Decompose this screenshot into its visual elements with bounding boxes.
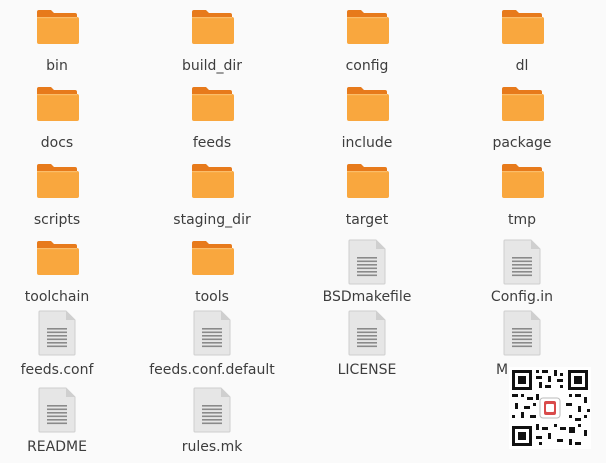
text-document-icon xyxy=(447,239,597,287)
folder-icon xyxy=(137,239,287,287)
folder-icon xyxy=(0,239,132,287)
file-name-label: toolchain xyxy=(24,289,90,305)
text-document-icon xyxy=(137,387,287,435)
folder-icon xyxy=(292,8,442,56)
folder-icon xyxy=(292,85,442,133)
folder-icon xyxy=(137,162,287,210)
file-name-label: tmp xyxy=(507,212,536,228)
folder-item-tmp[interactable]: tmp xyxy=(447,162,597,236)
folder-item-staging-dir[interactable]: staging_dir xyxy=(137,162,287,236)
folder-item-feeds[interactable]: feeds xyxy=(137,85,287,159)
text-document-icon xyxy=(0,310,132,358)
file-item-config-in[interactable]: Config.in xyxy=(447,239,597,313)
file-item-feeds-conf-default[interactable]: feeds.conf.default xyxy=(137,310,287,384)
folder-icon xyxy=(0,85,132,133)
file-name-label: README xyxy=(27,439,87,455)
folder-item-package[interactable]: package xyxy=(447,85,597,159)
folder-item-toolchain[interactable]: toolchain xyxy=(0,239,132,313)
folder-icon xyxy=(0,8,132,56)
file-name-label: staging_dir xyxy=(173,212,251,228)
file-name-label: dl xyxy=(515,58,529,74)
file-name-label: BSDmakefile xyxy=(322,289,412,305)
text-document-icon xyxy=(447,310,597,358)
file-name-label: LICENSE xyxy=(337,362,397,378)
file-item-rules-mk[interactable]: rules.mk xyxy=(137,387,287,461)
folder-item-scripts[interactable]: scripts xyxy=(0,162,132,236)
folder-icon xyxy=(137,85,287,133)
qr-code-watermark xyxy=(509,367,591,449)
file-name-label: docs xyxy=(40,135,74,151)
file-name-label: bin xyxy=(46,58,68,74)
file-name-label: target xyxy=(345,212,389,228)
text-document-icon xyxy=(0,387,132,435)
folder-icon xyxy=(137,8,287,56)
folder-item-config[interactable]: config xyxy=(292,8,442,82)
file-name-label: M xyxy=(495,362,509,378)
file-name-label: feeds.conf.default xyxy=(149,362,275,378)
folder-icon xyxy=(292,162,442,210)
file-name-label: scripts xyxy=(33,212,81,228)
folder-item-build-dir[interactable]: build_dir xyxy=(137,8,287,82)
file-name-label: include xyxy=(341,135,393,151)
file-name-label: build_dir xyxy=(182,58,242,74)
file-name-label: feeds xyxy=(192,135,232,151)
text-document-icon xyxy=(137,310,287,358)
folder-icon xyxy=(447,85,597,133)
folder-item-include[interactable]: include xyxy=(292,85,442,159)
file-name-label: rules.mk xyxy=(181,439,243,455)
file-name-label: tools xyxy=(195,289,229,305)
text-document-icon xyxy=(292,239,442,287)
file-item-bsdmakefile[interactable]: BSDmakefile xyxy=(292,239,442,313)
folder-icon xyxy=(447,162,597,210)
file-name-label: feeds.conf xyxy=(20,362,94,378)
file-item-feeds-conf[interactable]: feeds.conf xyxy=(0,310,132,384)
folder-icon xyxy=(447,8,597,56)
folder-item-dl[interactable]: dl xyxy=(447,8,597,82)
file-item-readme[interactable]: README xyxy=(0,387,132,461)
folder-item-target[interactable]: target xyxy=(292,162,442,236)
file-name-label: config xyxy=(345,58,389,74)
file-name-label: package xyxy=(492,135,552,151)
folder-item-tools[interactable]: tools xyxy=(137,239,287,313)
folder-icon xyxy=(0,162,132,210)
file-item-license[interactable]: LICENSE xyxy=(292,310,442,384)
folder-item-docs[interactable]: docs xyxy=(0,85,132,159)
file-name-label: Config.in xyxy=(490,289,554,305)
folder-item-bin[interactable]: bin xyxy=(0,8,132,82)
text-document-icon xyxy=(292,310,442,358)
